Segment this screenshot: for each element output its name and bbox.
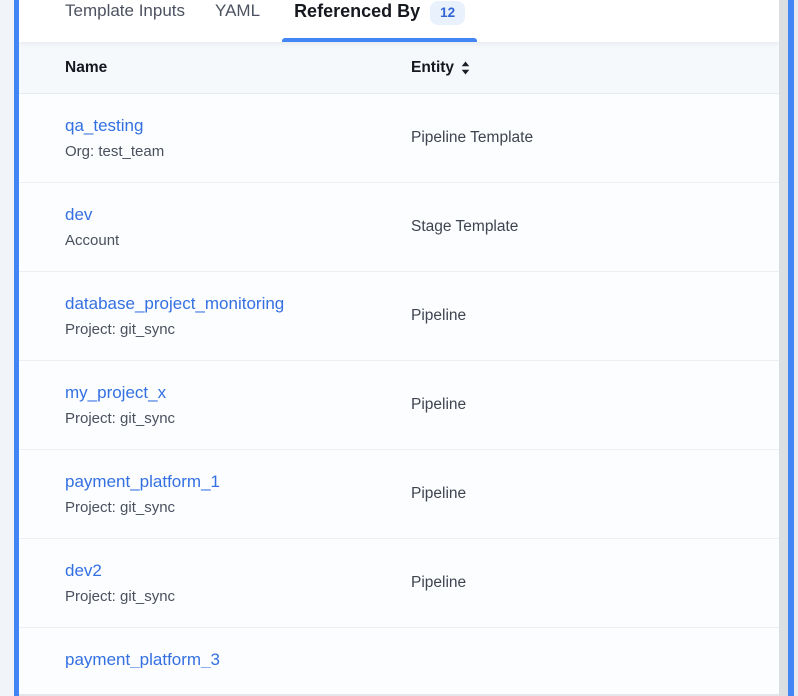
- table-row: database_project_monitoring Project: git…: [19, 272, 779, 361]
- row-name-link[interactable]: dev: [65, 205, 92, 225]
- column-header-name: Name: [19, 59, 411, 77]
- sort-arrows-icon[interactable]: [461, 61, 470, 75]
- row-name-link[interactable]: qa_testing: [65, 116, 143, 136]
- row-entity: Stage Template: [411, 183, 518, 271]
- table-row: dev2 Project: git_sync Pipeline: [19, 539, 779, 628]
- row-name-cell: qa_testing Org: test_team: [19, 94, 411, 182]
- tab-count-badge: 12: [430, 1, 465, 25]
- row-name-link[interactable]: dev2: [65, 561, 102, 581]
- row-name-cell: payment_platform_3: [19, 628, 411, 696]
- row-scope: Project: git_sync: [65, 499, 411, 517]
- referenced-by-panel: Template Inputs YAML Referenced By 12 Na…: [0, 0, 798, 696]
- tab-referenced-by-label: Referenced By: [294, 0, 420, 22]
- row-name-link[interactable]: my_project_x: [65, 383, 166, 403]
- row-scope: Project: git_sync: [65, 410, 411, 428]
- row-scope: Org: test_team: [65, 143, 411, 161]
- row-name-link[interactable]: database_project_monitoring: [65, 294, 284, 314]
- table-row: my_project_x Project: git_sync Pipeline: [19, 361, 779, 450]
- row-name-cell: dev2 Project: git_sync: [19, 539, 411, 627]
- panel-content: Template Inputs YAML Referenced By 12 Na…: [19, 0, 779, 696]
- row-name-cell: payment_platform_1 Project: git_sync: [19, 450, 411, 538]
- row-name-cell: database_project_monitoring Project: git…: [19, 272, 411, 360]
- row-name-cell: dev Account: [19, 183, 411, 271]
- row-entity: Pipeline: [411, 539, 466, 627]
- tab-template-inputs[interactable]: Template Inputs: [65, 0, 185, 42]
- row-entity: Pipeline: [411, 272, 466, 360]
- row-name-cell: my_project_x Project: git_sync: [19, 361, 411, 449]
- row-scope: Project: git_sync: [65, 321, 411, 339]
- table-row: qa_testing Org: test_team Pipeline Templ…: [19, 94, 779, 183]
- table-row: payment_platform_3: [19, 628, 779, 696]
- column-header-entity[interactable]: Entity: [411, 59, 470, 77]
- row-name-link[interactable]: payment_platform_1: [65, 472, 220, 492]
- row-scope: Account: [65, 232, 411, 250]
- page-background-left: [0, 0, 14, 696]
- column-header-entity-label: Entity: [411, 59, 454, 77]
- scrollbar-track[interactable]: [779, 0, 788, 696]
- tab-yaml[interactable]: YAML: [215, 0, 260, 42]
- row-name-link[interactable]: payment_platform_3: [65, 650, 220, 668]
- page-background-right: [794, 0, 798, 696]
- row-name-clip: payment_platform_3: [65, 650, 411, 668]
- row-entity: Pipeline: [411, 361, 466, 449]
- row-entity: Pipeline Template: [411, 94, 533, 182]
- table-row: payment_platform_1 Project: git_sync Pip…: [19, 450, 779, 539]
- tab-referenced-by[interactable]: Referenced By 12: [282, 0, 477, 42]
- tabs-bar: Template Inputs YAML Referenced By 12: [19, 0, 779, 42]
- row-scope: Project: git_sync: [65, 588, 411, 606]
- table-header: Name Entity: [19, 42, 779, 94]
- row-entity: Pipeline: [411, 450, 466, 538]
- table-row: dev Account Stage Template: [19, 183, 779, 272]
